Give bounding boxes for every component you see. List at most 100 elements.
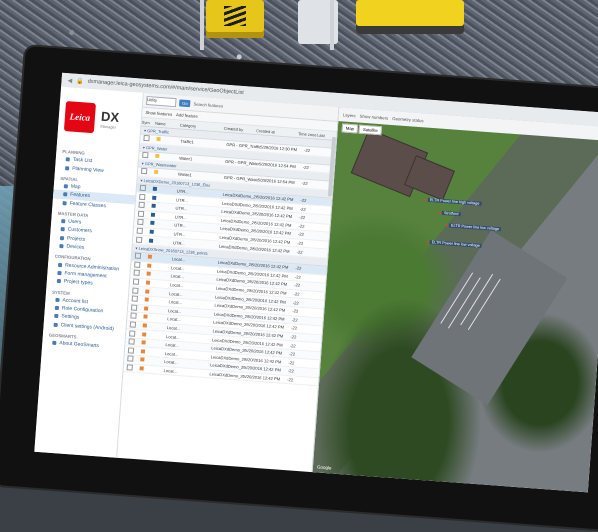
show-features-button[interactable]: Show features <box>145 110 172 117</box>
checkbox-icon[interactable] <box>132 278 140 285</box>
checkbox-icon[interactable] <box>142 151 149 159</box>
row-checkbox[interactable] <box>133 236 147 244</box>
checkbox-icon[interactable] <box>130 304 138 311</box>
checkbox-icon[interactable] <box>136 227 143 235</box>
checkbox-icon[interactable] <box>139 184 147 192</box>
row-checkbox[interactable] <box>140 135 154 143</box>
checkbox-icon[interactable] <box>143 135 150 142</box>
feature-name: Locat... <box>163 367 178 374</box>
go-button[interactable]: Go <box>179 98 191 107</box>
row-checkbox[interactable] <box>135 210 149 218</box>
checkbox-icon[interactable] <box>127 347 135 354</box>
map-option-show-numbers[interactable]: Show numbers <box>360 113 389 120</box>
satellite-map[interactable] <box>312 121 598 493</box>
column-header-time-zone[interactable]: Time zone <box>298 131 317 137</box>
row-checkbox[interactable] <box>136 193 150 201</box>
map-option-geometry-status[interactable]: Geometry status <box>392 116 424 123</box>
feature-symbol <box>137 366 163 373</box>
nav-menu: Planning Task List Planning View Spatial Map… <box>42 145 139 353</box>
checkbox-icon[interactable] <box>126 364 133 371</box>
row-checkbox[interactable] <box>125 338 139 346</box>
feature-category: LeicaDXdDemo_20160713... <box>213 319 248 328</box>
projects-icon <box>59 235 65 241</box>
laptop-screen: ◀ 🔒 dxmanager.leica-geosystems.com/#/mai… <box>34 72 598 493</box>
row-checkbox[interactable] <box>123 364 137 372</box>
checkbox-icon[interactable] <box>140 168 148 175</box>
row-checkbox[interactable] <box>133 227 147 235</box>
row-checkbox[interactable] <box>135 201 149 210</box>
map-tab-satellite[interactable]: Satellite <box>358 124 383 136</box>
add-feature-button[interactable]: Add feature <box>176 112 198 119</box>
row-checkbox[interactable] <box>138 168 152 176</box>
checkbox-icon[interactable] <box>132 287 139 294</box>
symbol-color-icon <box>141 340 146 345</box>
google-attribution: Google <box>316 464 332 471</box>
row-checkbox[interactable] <box>129 287 143 295</box>
symbol-color-icon <box>139 366 144 371</box>
search-features-field[interactable]: Search features <box>193 101 223 108</box>
checkbox-icon[interactable] <box>134 252 142 260</box>
column-header-name[interactable]: Name <box>155 120 180 127</box>
checkbox-icon[interactable] <box>137 210 145 217</box>
task-list-icon <box>65 157 70 162</box>
row-checkbox[interactable] <box>127 312 141 321</box>
feature-symbol <box>141 323 167 330</box>
users-icon <box>61 219 66 224</box>
column-header-sym[interactable]: Sym <box>142 119 156 125</box>
checkbox-icon[interactable] <box>127 355 134 363</box>
row-checkbox[interactable] <box>139 151 153 159</box>
feature-symbol <box>152 170 178 177</box>
row-checkbox[interactable] <box>137 184 151 193</box>
row-checkbox[interactable] <box>131 261 145 269</box>
map-panel[interactable]: Layers Show numbers Geometry status Map Sat… <box>312 107 598 493</box>
lock-icon: 🔒 <box>75 78 84 85</box>
map-option-layers[interactable]: Layers <box>343 112 356 118</box>
row-checkbox[interactable] <box>127 321 141 329</box>
row-checkbox[interactable] <box>126 329 140 338</box>
row-checkbox[interactable] <box>128 295 142 303</box>
checkbox-icon[interactable] <box>135 236 143 243</box>
column-header-created-by[interactable]: Created by <box>224 125 257 132</box>
checkbox-icon[interactable] <box>130 312 137 320</box>
feature-category: LeicaDXdDemo_20160713... <box>211 336 247 345</box>
checkbox-icon[interactable] <box>129 321 137 328</box>
map-tab-map[interactable]: Map <box>341 123 359 134</box>
feature-symbol <box>151 186 177 194</box>
row-checkbox[interactable] <box>128 304 142 312</box>
search-input[interactable]: Utility <box>146 95 177 107</box>
column-header-category[interactable]: Category <box>180 122 224 130</box>
row-value: -22 <box>293 291 300 297</box>
feature-symbol <box>141 314 167 322</box>
row-value: -22 <box>295 265 302 271</box>
row-value: -22 <box>299 214 306 221</box>
checkbox-icon[interactable] <box>128 338 135 345</box>
checkbox-icon[interactable] <box>133 269 140 277</box>
feature-category: LeicaDXdDemo_20160713... <box>221 200 257 208</box>
sidebar-item-label: Projects <box>66 235 86 243</box>
checkbox-icon[interactable] <box>131 295 138 303</box>
checkbox-icon[interactable] <box>137 219 144 226</box>
customers-icon <box>60 227 65 232</box>
row-value: -22 <box>287 376 294 383</box>
checkbox-icon[interactable] <box>134 261 141 268</box>
feature-list-panel: Utility Go Search features Show features… <box>117 92 340 473</box>
feature-category: LeicaDXdDemo_20160713... <box>213 311 248 319</box>
feature-category: LeicaDXdDemo_20160713... <box>222 191 257 200</box>
row-checkbox[interactable] <box>132 252 146 261</box>
checkbox-icon[interactable] <box>129 329 136 337</box>
row-checkbox[interactable] <box>134 219 148 227</box>
checkbox-icon[interactable] <box>139 193 146 200</box>
leica-logo-icon: Leica <box>63 101 96 134</box>
checkbox-icon[interactable] <box>138 201 145 209</box>
row-checkbox[interactable] <box>130 278 144 286</box>
row-checkbox[interactable] <box>124 355 138 363</box>
map-icon <box>63 184 68 189</box>
back-icon[interactable]: ◀ <box>67 77 72 84</box>
feature-category: LeicaDXdDemo_20160713... <box>209 371 244 379</box>
row-checkbox[interactable] <box>125 347 139 355</box>
row-checkbox[interactable] <box>130 269 144 278</box>
feature-symbol <box>150 195 176 202</box>
feature-symbol <box>149 203 175 211</box>
row-value: -22 <box>303 147 311 154</box>
column-header-created-at[interactable]: Created at <box>256 128 298 136</box>
